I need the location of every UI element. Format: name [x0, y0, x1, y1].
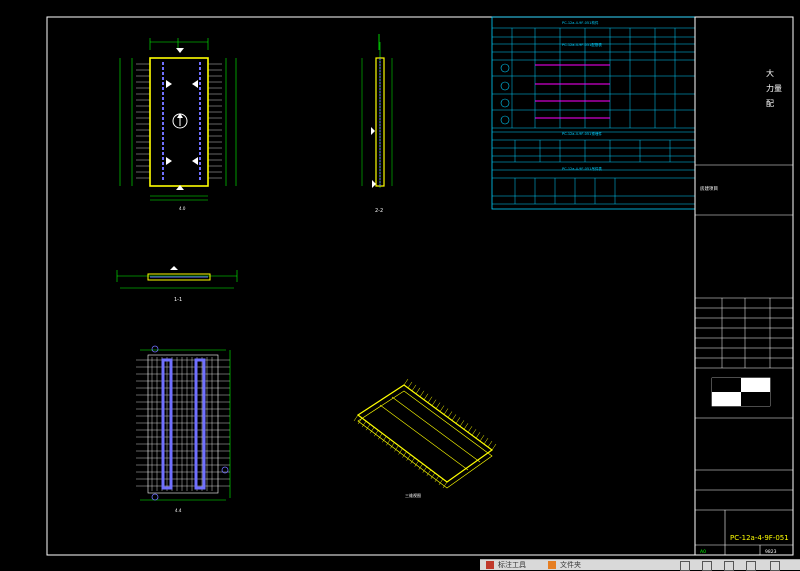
drawing-line: [475, 432, 481, 439]
sheet-number: 9823: [765, 549, 777, 555]
drawing-line: [483, 437, 489, 445]
isometric-view: 三维视图: [353, 378, 497, 498]
drawing-line: [423, 393, 429, 400]
section-1-1-label: 1-1: [174, 297, 182, 303]
drawing-line: [415, 387, 421, 395]
drawing-line: [369, 427, 375, 434]
drawing-line: [471, 429, 477, 436]
drawing-line: [394, 445, 399, 452]
drawing-line: [414, 460, 419, 467]
plan-view-label: 4.0: [179, 206, 186, 211]
component-table: PC-12a-4-9F-051构件 PC-12a-4-9F-051配筋表 PC-…: [491, 16, 696, 210]
drawing-line: [430, 472, 436, 480]
print-icon[interactable]: [724, 561, 734, 571]
drawing-line: [442, 481, 448, 489]
project-label: 房建项目: [700, 185, 718, 192]
drawing-line: [407, 381, 413, 389]
drawing-line: [410, 457, 415, 464]
drawing-line: [479, 434, 485, 442]
drawing-line: [447, 411, 453, 418]
drawing-line: [418, 463, 423, 470]
drawing-line: [361, 420, 367, 428]
revision-label: A0: [700, 549, 706, 555]
company-char-2: 力量: [766, 83, 782, 93]
drawing-line: [422, 466, 427, 473]
section-2-2-label: 2-2: [375, 208, 383, 214]
drawing-line: [451, 414, 457, 421]
drawing-line: [439, 405, 445, 412]
company-char-3: 配: [766, 99, 774, 108]
drawing-line: [419, 390, 425, 397]
drawing-line: [431, 399, 437, 406]
plan-view: 4.0: [119, 38, 237, 211]
drawing-line: [467, 426, 473, 433]
table-title-rebar: PC-12a-4-9F-051配筋表: [562, 42, 602, 47]
drawing-line: [386, 439, 391, 446]
section-2-2-view: 2-2: [361, 34, 393, 214]
drawing-line: [435, 402, 441, 409]
drawing-line: [378, 433, 383, 440]
drawing-line: [459, 420, 465, 427]
share-icon[interactable]: [702, 561, 712, 571]
drawing-line: [374, 430, 379, 437]
rebar-view: 4.4: [136, 345, 231, 513]
iso-view-label: 三维视图: [405, 492, 421, 498]
table-title-components: PC-12a-4-9F-051构件: [562, 20, 599, 25]
more-icon[interactable]: [770, 561, 780, 571]
title-block: 大 力量 配 房建项目 PC-12a-4-9F-051 A0 9823: [694, 16, 794, 556]
drawing-line: [357, 417, 363, 425]
drawing-line: [491, 443, 497, 451]
drawing-line: [463, 423, 469, 430]
table-title-lifting: PC-12a-4-9F-051吊件表: [562, 166, 602, 171]
drawing-line: [403, 378, 409, 386]
drawing-line: [411, 384, 417, 392]
cad-drawing-canvas[interactable]: 4.0 2-2 1-1 4.4 三维视图 PC-12a-4-9F-051构件 P…: [0, 0, 800, 569]
settings-icon[interactable]: [746, 561, 756, 571]
drawing-line: [398, 448, 403, 455]
drawing-line: [438, 478, 444, 486]
drawing-line: [382, 436, 387, 443]
drawing-line: [427, 396, 433, 403]
drawing-line: [406, 454, 411, 461]
drawing-line: [402, 451, 407, 458]
drawing-line: [390, 442, 395, 449]
pdf-icon[interactable]: [486, 561, 494, 569]
drawing-line: [434, 475, 440, 483]
table-title-embedded: PC-12a-4-9F-051预埋件: [562, 131, 602, 136]
folder-icon[interactable]: [548, 561, 556, 569]
drawing-line: [365, 423, 371, 431]
drawing-line: [353, 414, 359, 422]
drawing-line: [426, 469, 432, 476]
drawing-line: [455, 417, 461, 424]
pen-icon[interactable]: [680, 561, 690, 571]
drawing-frame: [46, 16, 794, 556]
drawing-number: PC-12a-4-9F-051: [730, 534, 789, 542]
drawing-line: [487, 440, 493, 448]
drawing-line: [443, 408, 449, 415]
company-char-1: 大: [766, 68, 774, 78]
rebar-view-label: 4.4: [175, 508, 182, 513]
section-1-1-view: 1-1: [116, 266, 238, 303]
taskbar: 标注工具 文件夹: [480, 559, 800, 571]
